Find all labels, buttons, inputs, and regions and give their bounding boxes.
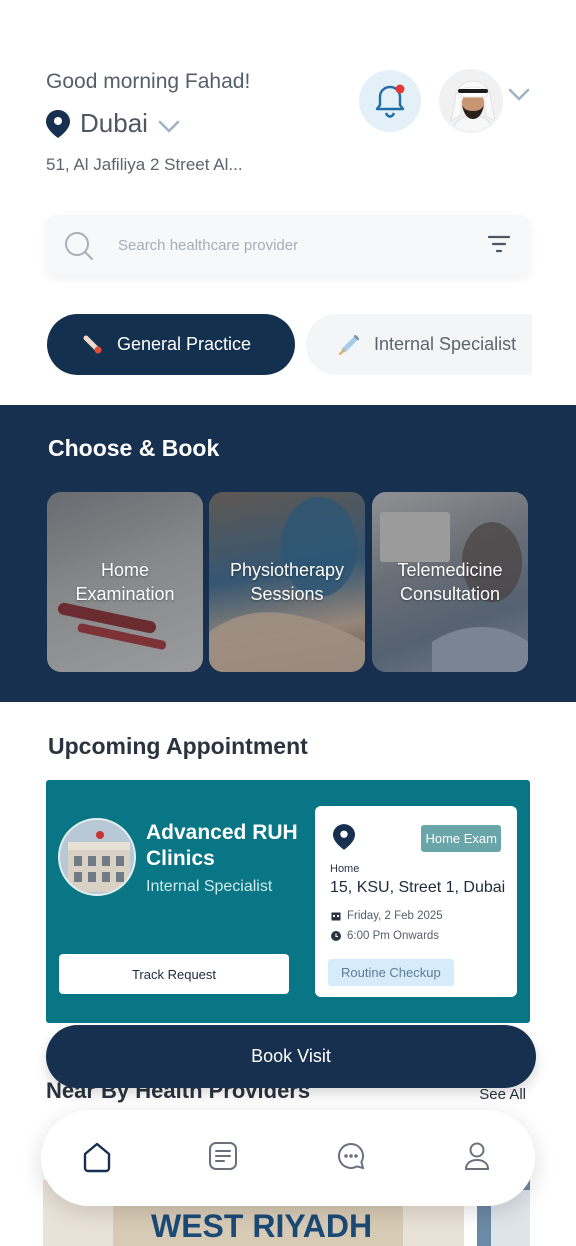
filter-icon[interactable] — [488, 235, 510, 253]
search-input[interactable]: Search healthcare provider — [118, 237, 298, 254]
category-label: General Practice — [117, 334, 252, 354]
chevron-down-icon[interactable] — [508, 88, 530, 102]
user-avatar[interactable] — [439, 69, 503, 133]
profile-icon[interactable] — [463, 1141, 491, 1171]
user-photo — [441, 71, 501, 131]
calendar-icon — [331, 912, 341, 921]
service-card-physiotherapy[interactable]: Physiotherapy Sessions — [209, 492, 365, 672]
location-pin-icon — [46, 109, 70, 138]
clock-icon — [331, 931, 341, 941]
service-card-home-examination[interactable]: Home Examination — [47, 492, 203, 672]
track-request-button[interactable]: Track Request — [59, 954, 289, 994]
address-label: Home — [330, 863, 360, 875]
greeting-text: Good morning Fahad! — [46, 70, 251, 93]
clinic-photo — [58, 818, 136, 896]
notifications-button[interactable] — [359, 70, 421, 132]
bottom-nav — [41, 1110, 535, 1206]
category-label: Internal Specialist — [374, 334, 517, 354]
thermometer-icon — [83, 335, 102, 353]
city-name: Dubai — [80, 108, 148, 138]
choose-book-section: Choose & Book Home Examination Physiother… — [0, 405, 576, 702]
card-label: Home Examination — [75, 560, 175, 604]
upcoming-title: Upcoming Appointment — [48, 733, 308, 759]
category-internal-specialist[interactable]: Internal Specialist — [306, 314, 532, 375]
visit-type-badge: Home Exam — [421, 825, 501, 852]
clinic-type: Internal Specialist — [146, 878, 273, 895]
category-general-practice[interactable]: General Practice — [47, 314, 295, 375]
service-card-telemedicine[interactable]: Telemedicine Consultation — [372, 492, 528, 672]
appointment-card[interactable]: Advanced RUH Clinics Internal Specialist… — [46, 780, 530, 1023]
search-bar[interactable]: Search healthcare provider — [46, 215, 530, 275]
chat-icon[interactable] — [336, 1141, 366, 1171]
card-label: Telemedicine Consultation — [397, 560, 503, 604]
location-selector[interactable]: Dubai — [46, 108, 180, 139]
home-icon[interactable] — [82, 1141, 112, 1173]
appointment-details: Home Exam Home 15, KSU, Street 1, Dubai … — [315, 806, 517, 997]
see-all-link[interactable]: See All — [479, 1086, 526, 1103]
search-icon — [65, 232, 93, 260]
location-pin-icon — [333, 824, 355, 850]
syringe-icon — [339, 334, 359, 355]
card-label: Physiotherapy Sessions — [229, 560, 345, 604]
clinic-name: Advanced RUH Clinics — [146, 821, 298, 870]
appointment-address: 15, KSU, Street 1, Dubai — [330, 879, 506, 896]
book-visit-button[interactable]: Book Visit — [46, 1025, 536, 1088]
appointment-time: 6:00 Pm Onwards — [331, 930, 439, 942]
provider-sign-text: WEST RIYADH — [151, 1208, 373, 1244]
bell-icon — [375, 84, 405, 118]
address-text: 51, Al Jafiliya 2 Street Al... — [46, 155, 243, 174]
reason-badge: Routine Checkup — [328, 959, 454, 986]
section-title: Choose & Book — [48, 435, 220, 461]
chevron-down-icon — [158, 120, 180, 133]
bookings-icon[interactable] — [208, 1141, 238, 1171]
appointment-date: Friday, 2 Feb 2025 — [331, 910, 443, 922]
